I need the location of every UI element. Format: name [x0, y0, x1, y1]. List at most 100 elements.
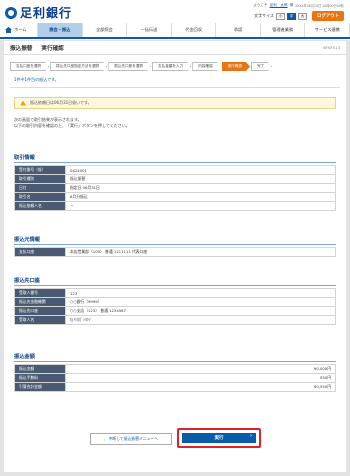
- tab-collection[interactable]: 代金回収: [172, 23, 217, 37]
- tab-transfer[interactable]: 照会・振込: [38, 23, 83, 37]
- row-value: 90,000円: [65, 364, 336, 374]
- user-info: ようこそ 足利 太郎 様 20XX年06月24日 10時00分00秒: [253, 3, 344, 8]
- table-row: 取引名 6月分振込: [14, 192, 336, 202]
- transaction-table: 受付番号（仮） 0424001 取引種別 振込振替 日付 指定日 06月31日 取引名…: [14, 165, 336, 211]
- font-large-button[interactable]: 大: [298, 12, 308, 20]
- step-1: 支払口座を選択: [10, 62, 49, 71]
- guidance-text-2: 以下の取引内容を確認の上、「実行」ボタンを押してください。: [14, 123, 130, 128]
- step-4: 支払金額を入力: [152, 62, 191, 71]
- execute-highlight: 実行 ›: [177, 428, 261, 448]
- user-prefix: ようこそ: [253, 3, 268, 7]
- tab-admin[interactable]: 管理者業務: [261, 23, 306, 37]
- warning-text: 振込依頼日は06月31日扱いです。: [30, 100, 92, 105]
- page-title-bar: 振込振替 実行確認 BFKF013: [4, 41, 346, 55]
- font-size-label: 文字サイズ: [254, 13, 275, 18]
- last-login: 20XX年06月24日 10時00分00秒: [295, 4, 344, 8]
- transfer-count-note: 1件中1件目の振込です。: [14, 77, 59, 82]
- tab-home-label: ホーム: [14, 27, 27, 32]
- row-value: 本店営業部（100） 普通 1111111 代表口座: [65, 247, 336, 257]
- table-row: 振込先口座 ○○支店（123） 普通 1234567: [14, 306, 336, 316]
- row-value: －: [65, 201, 336, 211]
- row-value: 90,550円: [65, 382, 336, 392]
- source-table: 支払口座 本店営業部（100） 普通 1111111 代表口座: [14, 247, 336, 257]
- tab-service[interactable]: サービス連携: [305, 23, 350, 37]
- home-icon: [5, 27, 12, 33]
- user-name-link[interactable]: 足利 太郎: [270, 3, 288, 8]
- row-value: 指定日 06月31日: [65, 183, 336, 193]
- row-label: 振込先金融機関: [14, 297, 66, 307]
- row-value: ｶ)ｱｼｶｶﾞｼﾖｳｼﾞ: [65, 315, 336, 325]
- section-title-amount: 振込金額: [14, 354, 35, 360]
- font-size-control: 文字サイズ 小 中 大 ログアウト: [254, 11, 344, 21]
- font-medium-button[interactable]: 中: [287, 12, 297, 20]
- step-5: 内容確認: [192, 62, 220, 71]
- divider: [10, 87, 340, 88]
- table-row: 受取人番号 123: [14, 288, 336, 298]
- row-label: 振込先口座: [14, 306, 66, 316]
- font-small-button[interactable]: 小: [276, 12, 286, 20]
- global-nav: ホーム 照会・振込 全部照会 一括伝送 代金回収 承認 管理者業務 サービス連携: [0, 23, 350, 39]
- execute-button[interactable]: 実行 ›: [182, 433, 256, 443]
- row-label: 引落合計金額: [14, 382, 66, 392]
- execute-button-label: 実行: [214, 436, 224, 441]
- row-label: 振込依頼人名: [14, 201, 66, 211]
- row-value: ○○支店（123） 普通 1234567: [65, 306, 336, 316]
- warning-box: 振込依頼日は06月31日扱いです。: [14, 97, 336, 109]
- table-row: 日付 指定日 06月31日: [14, 183, 336, 193]
- bank-logo[interactable]: 足利銀行: [5, 4, 72, 21]
- section-underline: [14, 361, 336, 362]
- user-suffix: 様: [289, 3, 294, 7]
- row-value: 550円: [65, 373, 336, 383]
- step-7: 完了: [251, 62, 272, 71]
- main-content: 振込振替 実行確認 BFKF013 支払口座を選択 振込先口座指定方法を選択 振…: [4, 41, 346, 472]
- table-row: 受付番号（仮） 0424001: [14, 165, 336, 175]
- logout-button[interactable]: ログアウト: [312, 11, 344, 21]
- tab-inquiry[interactable]: 全部照会: [83, 23, 128, 37]
- table-row: 受取人名 ｶ)ｱｼｶｶﾞｼﾖｳｼﾞ: [14, 315, 336, 325]
- table-row: 振込手数料 550円: [14, 373, 336, 383]
- row-label: 支払口座: [14, 247, 66, 257]
- table-row: 引落合計金額 90,550円: [14, 382, 336, 392]
- row-label: 受付番号（仮）: [14, 165, 66, 175]
- section-underline: [14, 285, 336, 286]
- step-3: 振込先口座を選択: [108, 62, 151, 71]
- section-underline: [14, 244, 336, 245]
- row-label: 受取人番号: [14, 288, 66, 298]
- step-2: 振込先口座指定方法を選択: [50, 62, 107, 71]
- chevron-right-icon: ›: [249, 433, 252, 439]
- table-row: 支払口座 本店営業部（100） 普通 1111111 代表口座: [14, 247, 336, 257]
- section-title-destination: 振込先口座: [14, 278, 40, 284]
- table-row: 取引種別 振込振替: [14, 174, 336, 184]
- screen-id: BFKF013: [323, 45, 340, 50]
- warning-icon: [20, 100, 26, 106]
- back-to-menu-button[interactable]: ‹ 中断して振込振替メニューへ: [90, 433, 172, 445]
- section-title-source: 振込元情報: [14, 237, 40, 243]
- table-row: 振込依頼人名－: [14, 201, 336, 211]
- back-button-label: 中断して振込振替メニューへ: [108, 436, 158, 441]
- row-label: 受取人名: [14, 315, 66, 325]
- section-underline: [14, 162, 336, 163]
- page-title: 振込振替: [10, 45, 33, 52]
- row-value: 0424001: [65, 165, 336, 175]
- chevron-left-icon: ‹: [104, 436, 106, 442]
- tab-approval[interactable]: 承認: [216, 23, 261, 37]
- tab-home[interactable]: ホーム: [0, 23, 38, 37]
- bank-logo-icon: [5, 6, 17, 19]
- row-value: 振込振替: [65, 174, 336, 184]
- section-title-transaction: 取引情報: [14, 155, 35, 161]
- table-row: 振込先金融機関 ○○銀行（9999）: [14, 297, 336, 307]
- tab-batch[interactable]: 一括伝送: [127, 23, 172, 37]
- row-value: 123: [65, 288, 336, 298]
- header: 足利銀行 ようこそ 足利 太郎 様 20XX年06月24日 10時00分00秒 …: [0, 0, 350, 40]
- bank-name: 足利銀行: [20, 6, 73, 20]
- table-row: 振込金額 90,000円: [14, 364, 336, 374]
- row-label: 取引種別: [14, 174, 66, 184]
- row-label: 振込手数料: [14, 373, 66, 383]
- row-label: 日付: [14, 183, 66, 193]
- row-label: 取引名: [14, 192, 66, 202]
- page-subtitle: 実行確認: [41, 45, 64, 52]
- row-value: ○○銀行（9999）: [65, 297, 336, 307]
- row-label: 振込金額: [14, 364, 66, 374]
- amount-table: 振込金額 90,000円 振込手数料 550円 引落合計金額 90,550円: [14, 364, 336, 392]
- row-value: 6月分振込: [65, 192, 336, 202]
